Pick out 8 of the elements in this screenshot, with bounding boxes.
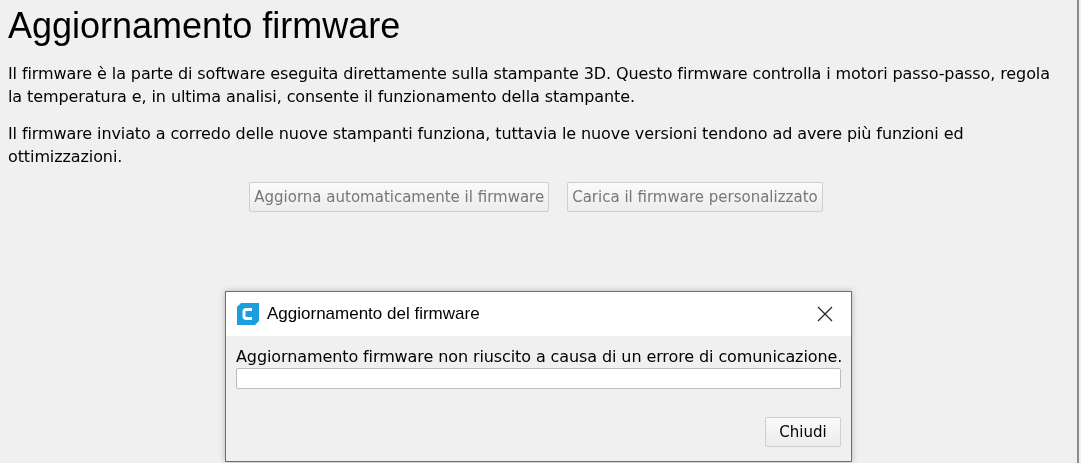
- close-icon[interactable]: [817, 306, 833, 322]
- description-text: Il firmware inviato a corredo delle nuove stampanti funziona, tuttavia le nuove versioni tendono ad avere più funzioni ed ottimizzazioni.: [8, 123, 965, 168]
- dialog-title: Aggiornamento del firmware: [267, 304, 481, 324]
- app-logo-icon: [237, 303, 259, 325]
- page-title: Aggiornamento firmware: [8, 4, 402, 48]
- close-button[interactable]: Chiudi: [765, 417, 841, 447]
- error-message: Aggiornamento firmware non riuscito a causa di un errore di comunicazione.: [236, 346, 841, 368]
- description-text: Il firmware è la parte di software eseguita direttamente sulla stampante 3D. Questo firmware controlla i motori passo-passo, regola la temperatura e, in ultima analisi, consente il funzionamento della stampante.: [8, 63, 1051, 108]
